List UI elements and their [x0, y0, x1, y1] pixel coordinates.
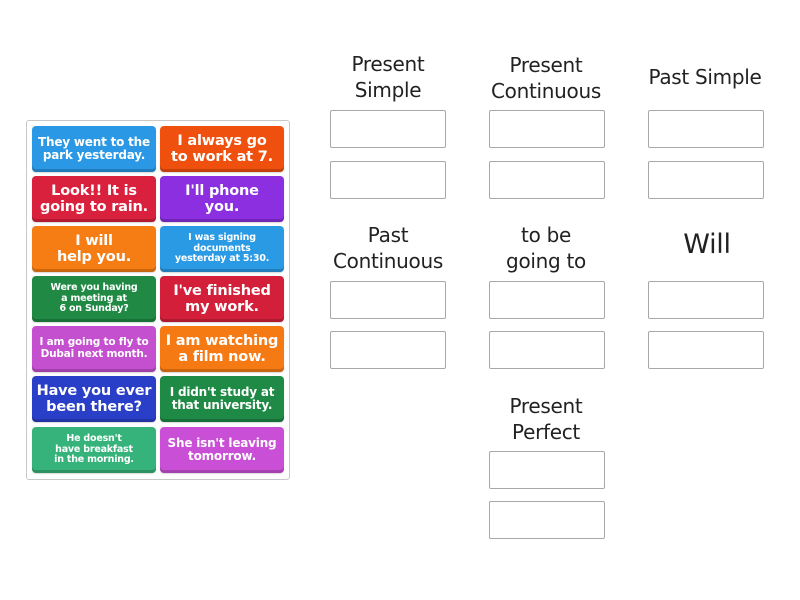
drop-slot[interactable]	[648, 161, 764, 199]
sort-tile[interactable]: I'll phone you.	[160, 176, 284, 222]
drop-slot[interactable]	[330, 281, 446, 319]
tile-tray: They went to the park yesterday. I alway…	[26, 120, 290, 480]
category-title-to-be-going-to: to be going to	[506, 223, 586, 273]
sort-tile[interactable]: I was signing documents yesterday at 5:3…	[160, 226, 284, 272]
category-title-present-simple: Present Simple	[351, 52, 425, 102]
sort-tile[interactable]: Were you having a meeting at 6 on Sunday…	[32, 276, 156, 322]
drop-slot[interactable]	[489, 451, 605, 489]
drop-slot[interactable]	[489, 110, 605, 148]
sort-tile[interactable]: I always go to work at 7.	[160, 126, 284, 172]
sort-tile[interactable]: They went to the park yesterday.	[32, 126, 156, 172]
sort-tile[interactable]: I've finished my work.	[160, 276, 284, 322]
sort-tile[interactable]: She isn't leaving tomorrow.	[160, 427, 284, 473]
drop-slot[interactable]	[330, 331, 446, 369]
category-title-will: Will	[683, 229, 731, 260]
sort-tile[interactable]: Look!! It is going to rain.	[32, 176, 156, 222]
category-title-past-continuous: Past Continuous	[333, 223, 443, 273]
drop-slot[interactable]	[648, 110, 764, 148]
drop-slot[interactable]	[330, 161, 446, 199]
sort-tile[interactable]: I am watching a film now.	[160, 326, 284, 372]
drop-slot[interactable]	[489, 161, 605, 199]
sort-tile[interactable]: He doesn't have breakfast in the morning…	[32, 427, 156, 473]
drop-slot[interactable]	[489, 331, 605, 369]
drop-slot[interactable]	[489, 281, 605, 319]
drop-slot[interactable]	[489, 501, 605, 539]
sort-tile[interactable]: I am going to fly to Dubai next month.	[32, 326, 156, 372]
sort-tile[interactable]: I will help you.	[32, 226, 156, 272]
sort-tile[interactable]: I didn't study at that university.	[160, 376, 284, 422]
category-title-present-continuous: Present Continuous	[491, 53, 601, 103]
drop-slot[interactable]	[648, 331, 764, 369]
drop-slot[interactable]	[648, 281, 764, 319]
drop-slot[interactable]	[330, 110, 446, 148]
group-sort-activity: They went to the park yesterday. I alway…	[0, 0, 800, 600]
category-title-past-simple: Past Simple	[648, 65, 762, 89]
sort-tile[interactable]: Have you ever been there?	[32, 376, 156, 422]
category-title-present-perfect: Present Perfect	[509, 394, 583, 444]
